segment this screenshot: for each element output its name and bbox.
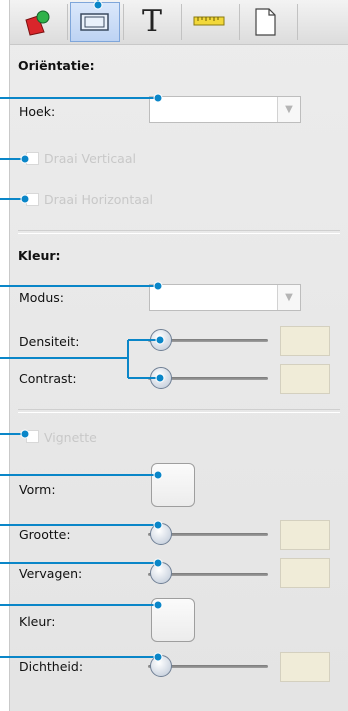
callout-dot xyxy=(153,520,163,530)
callout-dot xyxy=(155,373,165,383)
callout-dot xyxy=(153,558,163,568)
callout-dot xyxy=(153,652,163,662)
callout-dot xyxy=(20,194,30,204)
callout-bracket xyxy=(127,339,160,379)
callout-dot xyxy=(93,0,103,10)
callout-dot xyxy=(20,429,30,439)
callout-lines xyxy=(0,0,165,662)
callout-dot xyxy=(153,93,163,103)
callout-dot xyxy=(153,600,163,610)
callout-dot xyxy=(153,470,163,480)
callout-dot xyxy=(153,281,163,291)
callout-dot xyxy=(155,335,165,345)
callout-dot xyxy=(20,154,30,164)
